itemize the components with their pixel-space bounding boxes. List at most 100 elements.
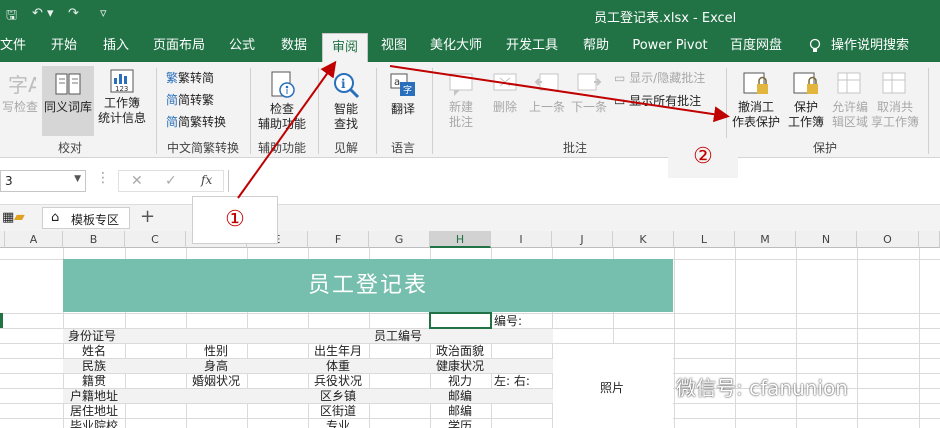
column-header[interactable]: K [613, 231, 674, 248]
cancel-icon[interactable]: ✕ [131, 173, 143, 189]
tab-power-pivot[interactable]: Power Pivot [628, 30, 712, 62]
group-label-protect: 保护 [812, 141, 837, 155]
protect-workbook-button[interactable]: 保护 工作簿 [784, 70, 828, 130]
cell-township: 区乡镇 [320, 389, 357, 403]
delete-comment-button[interactable]: 删除 [486, 70, 524, 115]
cell-education: 学历 [448, 419, 473, 428]
column-header[interactable] [919, 231, 940, 248]
previous-comment-button[interactable]: 上一条 [526, 70, 568, 115]
next-comment-button[interactable]: 下一条 [568, 70, 610, 115]
translate-icon: a字 [390, 73, 415, 96]
tab-template-zone[interactable]: ⌂ 模板专区 [42, 207, 130, 229]
ribbon-tabs: 文件 开始 插入 页面布局 公式 数据 审阅 视图 美化大师 开发工具 帮助 P… [0, 30, 940, 62]
cell-household: 户籍地址 [70, 389, 119, 403]
active-cell-selection[interactable] [429, 312, 492, 329]
show-hide-comment-button[interactable]: ▭ 显示/隐藏批注 [614, 70, 705, 86]
tab-formulas[interactable]: 公式 [222, 30, 262, 62]
tab-data[interactable]: 数据 [274, 30, 314, 62]
smart-lookup-button[interactable]: i 智能 查找 [322, 70, 370, 132]
column-header[interactable]: N [796, 231, 857, 248]
column-header[interactable]: M [735, 231, 796, 248]
allow-edit-ranges-button[interactable]: 允许编 辑区域 [828, 70, 872, 130]
show-all-comments-button[interactable]: ▭ 显示所有批注 [614, 93, 701, 109]
trad-to-simp-button[interactable]: 繁繁转简 [166, 70, 214, 86]
cell-photo: 照片 [600, 381, 625, 395]
cell-politics: 政治面貌 [436, 344, 485, 358]
next-comment-icon [577, 73, 602, 91]
undo-icon[interactable]: ↶ ▾ [32, 6, 54, 21]
tab-home[interactable]: 开始 [44, 30, 84, 62]
insert-function-icon[interactable]: fx [201, 173, 212, 187]
svg-text:字: 字 [403, 84, 412, 96]
workbook-tabs-bar: ▦ ▰ ⌂ 模板专区 + [0, 204, 940, 232]
check-accessibility-button[interactable]: 检查 辅助功能 [254, 70, 310, 132]
convert-icon: 简 [166, 115, 179, 129]
simp-to-trad-icon: 简 [166, 93, 179, 107]
svg-text:字A: 字A [8, 73, 36, 97]
add-tab-button[interactable]: + [140, 206, 155, 227]
column-header[interactable]: L [674, 231, 735, 248]
unshare-workbook-button[interactable]: 取消共 享工作簿 [870, 70, 920, 130]
translate-button[interactable]: a字 翻译 [382, 70, 424, 117]
tab-insert[interactable]: 插入 [96, 30, 136, 62]
column-header[interactable]: O [857, 231, 919, 248]
workbook-stats-button[interactable]: 123 工作簿 统计信息 [96, 68, 148, 126]
sheet-title-banner: 员工登记表 [63, 259, 673, 312]
group-label-chinese: 中文简繁转换 [166, 141, 239, 155]
column-header-selected[interactable]: H [430, 231, 491, 248]
column-header[interactable]: C [125, 231, 186, 248]
simp-to-trad-button[interactable]: 简简转繁 [166, 92, 214, 108]
cell-residence: 居住地址 [70, 404, 119, 418]
new-comment-button[interactable]: 新建 批注 [438, 70, 484, 130]
svg-text:a: a [394, 77, 400, 88]
column-header[interactable]: F [308, 231, 369, 248]
customize-toolbar-icon[interactable]: ▿ [100, 6, 107, 21]
tab-help[interactable]: 帮助 [576, 30, 616, 62]
group-separator [376, 68, 377, 154]
tab-page-layout[interactable]: 页面布局 [148, 30, 210, 62]
cell-weight: 体重 [326, 359, 351, 373]
tab-developer[interactable]: 开发工具 [500, 30, 564, 62]
name-box[interactable]: 3 ▼ [0, 170, 86, 192]
smart-lookup-icon: i [334, 73, 360, 99]
cell-vision-lr: 左: 右: [494, 374, 530, 388]
svg-text:123: 123 [115, 85, 128, 93]
tab-beautify-master[interactable]: 美化大师 [424, 30, 488, 62]
redo-icon[interactable]: ↷ [68, 6, 79, 21]
cell-major: 专业 [326, 419, 351, 428]
column-header[interactable]: G [369, 231, 430, 248]
column-header[interactable]: B [63, 231, 125, 248]
tab-review[interactable]: 审阅 [322, 33, 368, 62]
grid-icon[interactable]: ▦ [2, 210, 14, 225]
group-label-insights: 见解 [333, 141, 358, 155]
tell-me-search[interactable]: 操作说明搜索 [828, 30, 912, 62]
cell-health: 健康状况 [436, 359, 485, 373]
column-header[interactable]: A [5, 231, 63, 248]
enter-icon[interactable]: ✓ [165, 173, 177, 189]
window-title: 员工登记表.xlsx - Excel [594, 11, 737, 26]
cell-birth: 出生年月 [314, 344, 363, 358]
group-label-accessibility: 辅助功能 [257, 141, 306, 155]
unprotect-sheet-button[interactable]: 撤消工 作表保护 [730, 70, 782, 130]
spell-check-button[interactable]: 字A 写检查 [0, 70, 40, 115]
simp-trad-convert-button[interactable]: 简简繁转换 [166, 114, 226, 130]
folder-icon[interactable]: ▰ [14, 209, 25, 225]
cell-military: 兵役状况 [314, 374, 363, 388]
formula-input[interactable] [228, 170, 940, 192]
chevron-down-icon[interactable]: ▼ [74, 174, 81, 184]
column-header[interactable]: J [552, 231, 613, 248]
cell-name: 姓名 [82, 344, 107, 358]
thesaurus-button[interactable]: 同义词库 [42, 66, 94, 136]
cell-gender: 性别 [204, 344, 229, 358]
formula-bar: 3 ▼ ⋮ ✕ ✓ fx [0, 166, 940, 196]
title-bar: 🖫 ↶ ▾ ↷ ▿ 员工登记表.xlsx - Excel [0, 0, 940, 30]
save-icon[interactable]: 🖫 [6, 6, 17, 28]
tab-baidu-netdisk[interactable]: 百度网盘 [724, 30, 788, 62]
tab-view[interactable]: 视图 [376, 30, 412, 62]
tab-file[interactable]: 文件 [0, 30, 26, 62]
annotation-two: ② [668, 138, 738, 178]
drag-handle-icon[interactable]: ⋮ [96, 170, 110, 186]
home-icon: ⌂ [51, 210, 60, 225]
column-header[interactable]: I [491, 231, 552, 248]
active-row-marker [0, 313, 3, 328]
